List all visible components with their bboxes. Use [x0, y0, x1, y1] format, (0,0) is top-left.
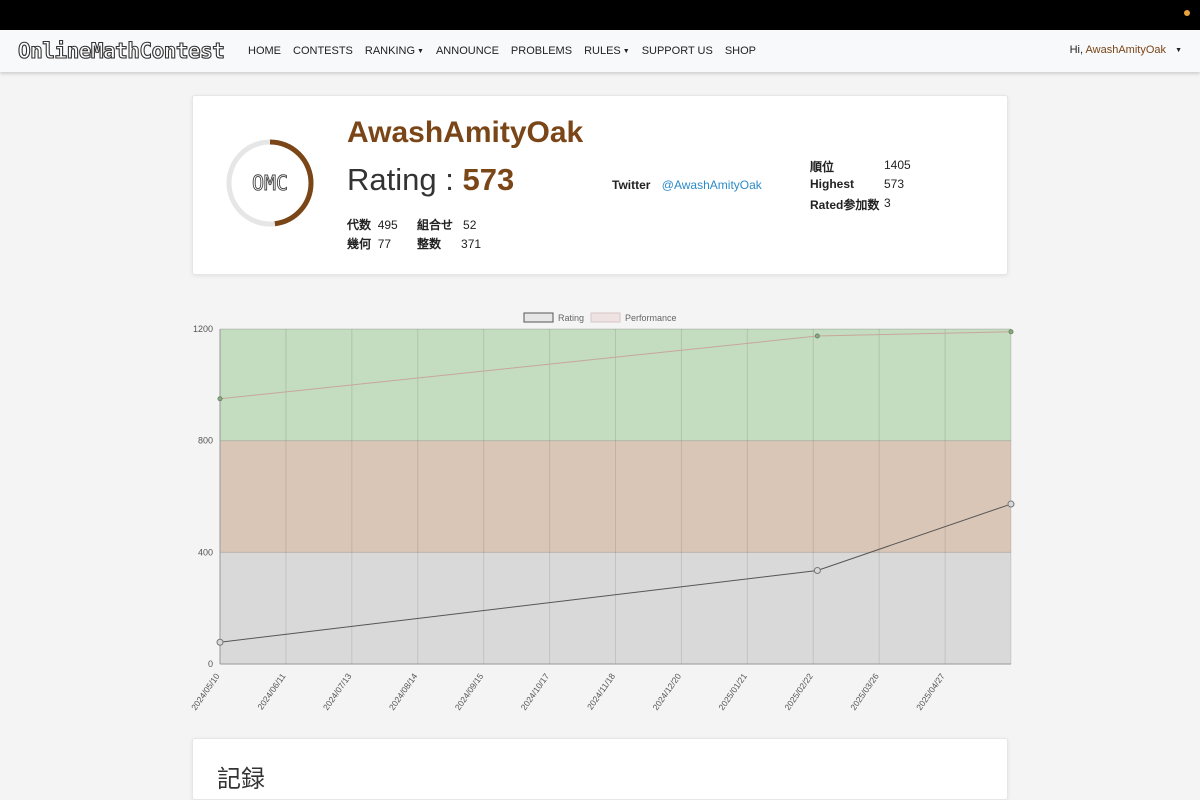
genre-label: 代数: [347, 218, 372, 232]
stat-value: 1405: [884, 158, 911, 172]
caret-down-icon: ▼: [622, 48, 630, 55]
nav-support-us-label: SUPPORT US: [641, 45, 713, 57]
greeting: Hi,: [1069, 44, 1084, 56]
genre-number-theory: 整数 371: [417, 235, 481, 254]
legend-swatch-rating: [523, 312, 554, 323]
stat-rated-count: Rated参加数 3: [810, 196, 1010, 215]
genre-value: 52: [463, 218, 477, 232]
twitter-info: Twitter @AwashAmityOak: [612, 178, 762, 192]
nav-announce-label: ANNOUNCE: [435, 45, 499, 57]
caret-down-icon: ▼: [1175, 47, 1182, 54]
legend-label-rating: Rating: [558, 313, 584, 323]
series-point-performance: [1008, 329, 1014, 335]
series-point-rating: [216, 638, 224, 646]
nav-contests[interactable]: CONTESTS: [293, 45, 353, 57]
x-tick-label: 2025/01/21: [716, 671, 749, 712]
user-display-name: AwashAmityOak: [347, 116, 584, 149]
x-tick-label: 2025/04/27: [914, 671, 947, 712]
records-title: 記録: [217, 766, 265, 793]
stat-value: 3: [884, 196, 891, 210]
genre-value: 495: [377, 218, 398, 232]
series-point-rating: [1007, 500, 1015, 508]
genre-value: 77: [377, 237, 392, 251]
nav-problems-label: PROBLEMS: [510, 45, 573, 57]
genre-label: 幾何: [347, 237, 372, 251]
x-tick-label: 2025/03/26: [848, 671, 881, 712]
x-tick-label: 2024/05/10: [189, 671, 222, 712]
x-tick-label: 2024/08/14: [387, 671, 420, 712]
genre-label: 組合せ: [417, 218, 454, 232]
nav-home[interactable]: HOME: [248, 45, 281, 57]
nav-menu: HOME CONTESTS RANKING ▼ ANNOUNCE PROBLEMS…: [248, 45, 768, 57]
nav-contests-label: CONTESTS: [293, 45, 353, 57]
navbar: OnlineMathContest HOME CONTESTS RANKING ▼…: [0, 30, 1200, 72]
nav-shop[interactable]: SHOP: [725, 45, 756, 57]
stat-highest: Highest 573: [810, 177, 1010, 196]
stat-label: 順位: [810, 160, 835, 174]
caret-down-icon: ▼: [417, 48, 424, 55]
x-tick-label: 2024/09/15: [453, 671, 486, 712]
y-tick-label: 0: [208, 659, 213, 669]
y-tick-label: 400: [198, 547, 213, 557]
records-card: 記録: [192, 738, 1008, 800]
y-tick-label: 1200: [193, 324, 213, 334]
series-point-performance: [217, 396, 223, 402]
nav-announce[interactable]: ANNOUNCE: [436, 45, 499, 57]
series-point-performance: [814, 333, 820, 339]
nav-rules-label: RULES: [584, 45, 621, 57]
genre-value: 371: [461, 237, 482, 251]
status-dot-icon: [1184, 10, 1190, 16]
rating-label: Rating :: [347, 162, 454, 197]
genre-label: 整数: [417, 237, 442, 251]
omc-rating-ring: OMC: [225, 138, 315, 228]
x-tick-label: 2024/06/11: [255, 671, 287, 711]
stat-rank: 順位 1405: [810, 158, 1010, 177]
browser-top-bar: [0, 0, 1200, 30]
rating-display: Rating : 573: [347, 162, 514, 198]
nav-shop-label: SHOP: [724, 45, 756, 57]
user-menu[interactable]: Hi, AwashAmityOak ▼: [1070, 44, 1182, 56]
rating-chart-svg: 0 400 800 1200 2024/05/10 2024/06/11 2024/07/1…: [189, 312, 1015, 712]
y-tick-label: 800: [198, 436, 213, 446]
brand-logo[interactable]: OnlineMathContest: [17, 38, 228, 63]
twitter-label: Twitter: [612, 178, 651, 192]
user-stats: 順位 1405 Highest 573 Rated参加数 3: [810, 158, 1010, 215]
stat-label: Rated参加数: [810, 198, 880, 212]
legend-swatch-performance: [590, 312, 621, 323]
stat-label: Highest: [810, 177, 855, 191]
profile-card: OMC AwashAmityOak Rating : 573 代数 495 組合…: [192, 95, 1008, 275]
x-tick-label: 2024/12/20: [650, 671, 683, 712]
nav-ranking[interactable]: RANKING ▼: [365, 45, 424, 57]
nav-problems[interactable]: PROBLEMS: [511, 45, 572, 57]
rating-value: 573: [462, 162, 515, 197]
x-tick-label: 2024/07/13: [321, 671, 354, 712]
genre-geometry: 幾何 77: [347, 235, 391, 254]
nav-rules[interactable]: RULES ▼: [584, 45, 630, 57]
x-tick-label: 2024/10/17: [519, 671, 552, 712]
nav-ranking-label: RANKING: [364, 45, 416, 57]
genre-algebra: 代数 495: [347, 216, 398, 235]
series-point-rating: [813, 566, 821, 574]
user-name: AwashAmityOak: [1085, 44, 1167, 56]
stat-value: 573: [884, 177, 905, 191]
nav-home-label: HOME: [248, 45, 281, 57]
nav-support-us[interactable]: SUPPORT US: [642, 45, 713, 57]
twitter-link[interactable]: @AwashAmityOak: [662, 178, 762, 192]
x-tick-label: 2025/02/22: [782, 671, 815, 712]
rating-chart: 0 400 800 1200 2024/05/10 2024/06/11 2024/07/1…: [180, 300, 1020, 720]
legend-label-performance: Performance: [625, 313, 677, 323]
genre-combinatorics: 組合せ 52: [417, 216, 476, 235]
x-tick-label: 2024/11/18: [585, 671, 617, 711]
omc-logo-text: OMC: [252, 171, 288, 195]
